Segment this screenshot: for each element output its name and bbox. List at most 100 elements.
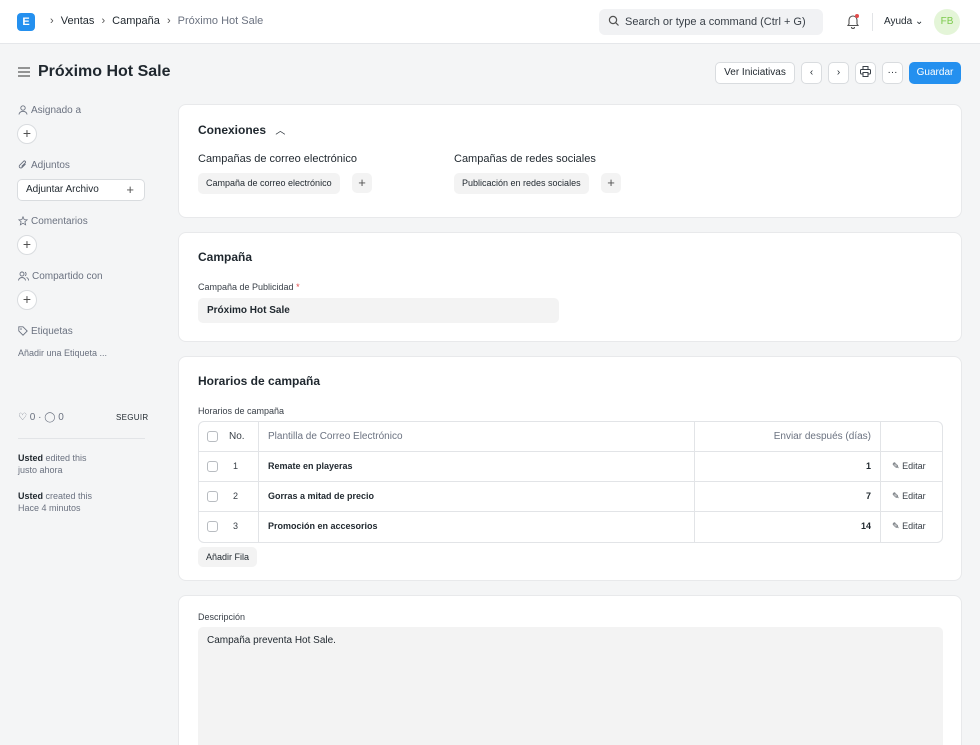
bell-icon[interactable] xyxy=(846,13,860,29)
breadcrumb-campana[interactable]: Campaña xyxy=(112,15,160,27)
add-row-button[interactable]: Añadir Fila xyxy=(198,547,258,567)
shared-with-label: Compartido con xyxy=(18,271,103,282)
row-number: 2 xyxy=(233,491,239,501)
row-checkbox[interactable] xyxy=(207,491,218,502)
chevron-right-icon: › xyxy=(836,67,841,78)
table-row[interactable]: 1 Remate en playeras 1 ✎ Editar xyxy=(199,452,942,482)
column-divider xyxy=(258,482,259,511)
tags-label: Etiquetas xyxy=(18,326,73,337)
hamburger-menu-icon[interactable] xyxy=(18,67,30,77)
campaign-section-title: Campaña xyxy=(198,250,253,264)
schedules-table: No. Plantilla de Correo Electrónico Envi… xyxy=(198,421,943,543)
column-divider xyxy=(880,512,881,542)
ad-campaign-input[interactable] xyxy=(198,298,559,323)
nav-divider xyxy=(872,13,873,31)
column-divider xyxy=(880,482,881,511)
required-mark: * xyxy=(296,282,300,292)
search-input[interactable] xyxy=(625,9,815,35)
add-assignee-button[interactable]: + xyxy=(17,124,37,144)
row-checkbox[interactable] xyxy=(207,521,218,532)
activity-item: Usted edited this justo ahora xyxy=(18,453,87,475)
table-row[interactable]: 3 Promoción en accesorios 14 ✎ Editar xyxy=(199,512,942,542)
follow-button[interactable]: SEGUIR xyxy=(116,413,148,422)
row-days[interactable]: 14 xyxy=(861,512,871,541)
add-tag-link[interactable]: Añadir una Etiqueta ... xyxy=(18,348,107,358)
plus-icon: + xyxy=(22,125,32,141)
page-title: Próximo Hot Sale xyxy=(38,63,171,80)
pencil-icon: ✎ xyxy=(892,461,900,471)
row-number: 3 xyxy=(233,521,239,531)
users-icon xyxy=(18,271,29,281)
sidebar-divider xyxy=(18,438,145,439)
chevron-left-icon: ‹ xyxy=(809,67,814,78)
row-edit-button[interactable]: ✎ Editar xyxy=(892,512,926,541)
comments-count: 0 xyxy=(58,412,64,423)
assigned-to-label: Asignado a xyxy=(18,105,81,116)
avatar[interactable]: FB xyxy=(934,9,960,35)
breadcrumb-ventas[interactable]: Ventas xyxy=(61,15,95,27)
column-header-template: Plantilla de Correo Electrónico xyxy=(268,431,403,442)
campaign-card: Campaña Campaña de Publicidad * xyxy=(178,232,962,342)
star-icon xyxy=(17,215,29,226)
save-button[interactable]: Guardar xyxy=(909,62,961,84)
heart-icon[interactable]: ♡ xyxy=(18,412,27,423)
select-all-checkbox[interactable] xyxy=(207,431,218,442)
row-number: 1 xyxy=(233,461,239,471)
add-social-post-button[interactable]: + xyxy=(601,173,621,193)
column-divider xyxy=(258,512,259,542)
column-divider xyxy=(258,422,259,451)
separator-dot: · xyxy=(38,412,42,423)
ad-campaign-label: Campaña de Publicidad * xyxy=(198,282,300,292)
schedules-section-title: Horarios de campaña xyxy=(198,374,321,388)
search-box[interactable] xyxy=(599,9,823,35)
column-divider xyxy=(694,422,695,451)
row-days[interactable]: 7 xyxy=(866,482,871,511)
next-button[interactable]: › xyxy=(828,62,849,84)
social-campaigns-label: Campañas de redes sociales xyxy=(454,153,596,165)
connections-title[interactable]: Conexiones ︿ xyxy=(198,122,285,137)
description-card: Descripción Campaña preventa Hot Sale. xyxy=(178,595,962,745)
print-button[interactable] xyxy=(855,62,876,84)
row-template[interactable]: Remate en playeras xyxy=(268,452,353,481)
email-campaigns-label: Campañas de correo electrónico xyxy=(198,153,357,165)
add-email-campaign-button[interactable]: + xyxy=(352,173,372,193)
row-checkbox[interactable] xyxy=(207,461,218,472)
column-header-days: Enviar después (días) xyxy=(773,431,871,442)
plus-icon: + xyxy=(358,175,366,190)
plus-icon: + xyxy=(126,182,134,197)
row-template[interactable]: Promoción en accesorios xyxy=(268,512,378,541)
schedules-table-label: Horarios de campaña xyxy=(198,406,285,416)
attachments-label: Adjuntos xyxy=(18,160,70,171)
add-comment-button[interactable]: + xyxy=(17,235,37,255)
schedules-card: Horarios de campaña Horarios de campaña … xyxy=(178,356,962,581)
app-logo[interactable]: E xyxy=(17,13,35,31)
attach-file-button[interactable]: Adjuntar Archivo + xyxy=(17,179,145,201)
chevron-up-icon: ︿ xyxy=(275,126,286,137)
chevron-right-icon: › xyxy=(101,15,106,27)
activity-item: Usted created this Hace 4 minutos xyxy=(18,491,93,513)
column-divider xyxy=(694,482,695,511)
column-divider xyxy=(694,452,695,481)
view-initiatives-button[interactable]: Ver Iniciativas xyxy=(715,62,795,84)
social-post-link[interactable]: Publicación en redes sociales xyxy=(454,173,589,194)
more-options-button[interactable]: ··· xyxy=(882,62,903,84)
comments-label: Comentarios xyxy=(17,215,88,227)
printer-icon xyxy=(860,66,871,77)
description-editor[interactable]: Campaña preventa Hot Sale. xyxy=(198,627,943,745)
help-menu[interactable]: Ayuda ⌄ xyxy=(884,16,923,27)
previous-button[interactable]: ‹ xyxy=(801,62,822,84)
column-header-no: No. xyxy=(229,431,245,442)
row-edit-button[interactable]: ✎ Editar xyxy=(892,482,926,511)
row-template[interactable]: Gorras a mitad de precio xyxy=(268,482,374,511)
row-days[interactable]: 1 xyxy=(866,452,871,481)
breadcrumb-current: Próximo Hot Sale xyxy=(177,15,264,27)
table-header-row: No. Plantilla de Correo Electrónico Envi… xyxy=(199,422,942,452)
pencil-icon: ✎ xyxy=(892,521,900,531)
row-edit-button[interactable]: ✎ Editar xyxy=(892,452,926,481)
column-divider xyxy=(880,422,881,451)
email-campaign-link[interactable]: Campaña de correo electrónico xyxy=(198,173,340,194)
table-row[interactable]: 2 Gorras a mitad de precio 7 ✎ Editar xyxy=(199,482,942,512)
add-share-button[interactable]: + xyxy=(17,290,37,310)
description-label: Descripción xyxy=(198,612,246,622)
comment-bubble-icon: ◯ xyxy=(44,412,56,423)
